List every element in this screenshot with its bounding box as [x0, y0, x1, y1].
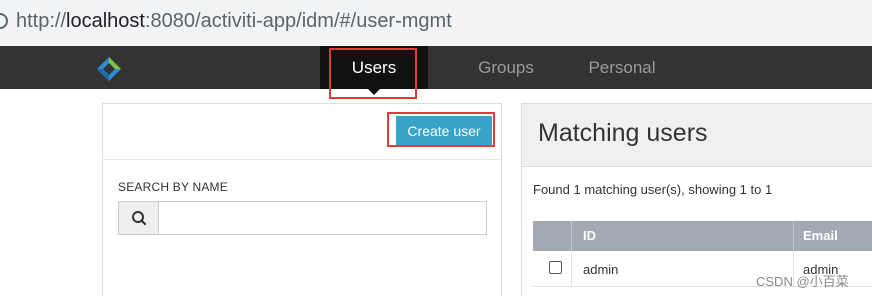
table-header: ID Email — [533, 221, 872, 251]
url-text[interactable]: http://localhost:8080/activiti-app/idm/#… — [16, 10, 452, 33]
browser-address-bar[interactable]: http://localhost:8080/activiti-app/idm/#… — [0, 0, 872, 46]
url-host: localhost — [66, 10, 145, 32]
search-by-name-label: SEARCH BY NAME — [118, 180, 228, 194]
nav-tab-personal[interactable]: Personal — [572, 46, 672, 89]
search-addon — [119, 202, 159, 234]
annotation-highlight-create — [387, 112, 495, 147]
annotation-highlight-users — [329, 48, 417, 99]
nav-tab-groups[interactable]: Groups — [450, 46, 562, 89]
url-scheme: http:// — [16, 10, 67, 32]
panel-header: Matching users — [522, 104, 872, 167]
results-summary: Found 1 matching user(s), showing 1 to 1 — [533, 182, 773, 197]
row-checkbox[interactable] — [549, 261, 562, 274]
column-header-id[interactable]: ID — [583, 221, 596, 251]
site-info-icon[interactable] — [0, 13, 8, 29]
page-title: Matching users — [538, 119, 708, 147]
search-name-input[interactable] — [160, 202, 486, 234]
cell-id: admin — [583, 262, 619, 277]
search-icon — [132, 211, 147, 226]
activiti-logo-icon[interactable] — [96, 56, 122, 82]
url-path: :8080/activiti-app/idm/#/user-mgmt — [144, 10, 452, 32]
watermark-text: CSDN @小百菜 — [756, 274, 849, 289]
cell-divider — [571, 251, 572, 287]
column-divider — [793, 221, 794, 251]
top-navbar: Users Groups Personal — [0, 46, 872, 95]
column-divider — [571, 221, 572, 251]
column-header-email[interactable]: Email — [803, 221, 838, 251]
search-input-group — [118, 201, 487, 235]
matching-users-panel: Matching users Found 1 matching user(s),… — [521, 103, 872, 296]
